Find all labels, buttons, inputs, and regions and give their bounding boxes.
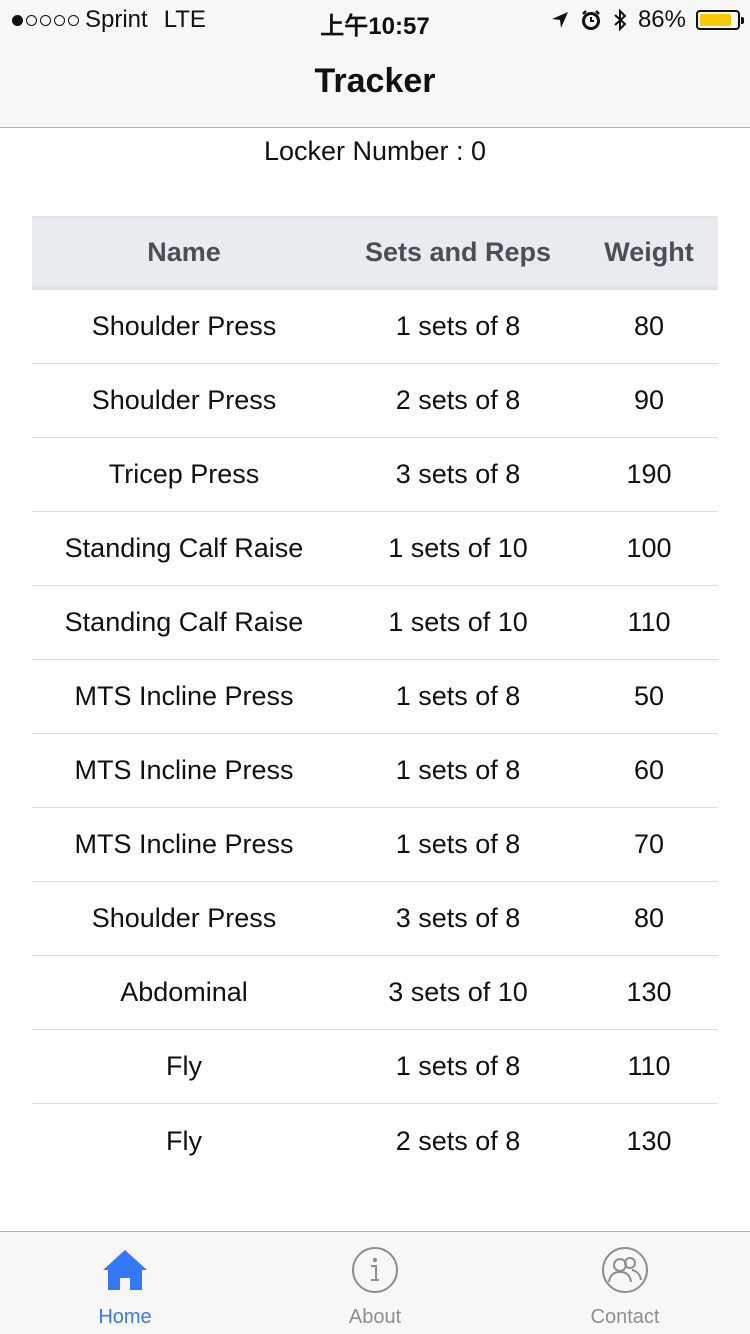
row-sets-and-reps: 3 sets of 8 bbox=[395, 903, 521, 933]
table-row[interactable]: Abdominal 3 sets of 10 130 bbox=[32, 956, 718, 1030]
table-header: Name Sets and Reps Weight bbox=[32, 216, 718, 290]
tab-contact[interactable]: Contact bbox=[500, 1232, 750, 1334]
tab-home[interactable]: Home bbox=[0, 1232, 250, 1334]
header-weight: Weight bbox=[604, 236, 694, 267]
row-sets-and-reps: 1 sets of 8 bbox=[395, 1051, 521, 1081]
tab-label-home: Home bbox=[98, 1306, 152, 1328]
locker-number: Locker Number : 0 bbox=[263, 136, 487, 166]
row-name: Standing Calf Raise bbox=[64, 607, 304, 637]
row-weight: 100 bbox=[626, 533, 672, 563]
row-name: Standing Calf Raise bbox=[64, 533, 304, 563]
navigation-bar: Tracker bbox=[0, 40, 750, 128]
battery-level bbox=[700, 14, 731, 26]
row-weight: 60 bbox=[633, 755, 665, 785]
battery-percent: 86% bbox=[637, 6, 686, 33]
tab-about[interactable]: About bbox=[250, 1232, 500, 1334]
table-row[interactable]: Shoulder Press 2 sets of 8 90 bbox=[32, 364, 718, 438]
row-weight: 130 bbox=[626, 977, 672, 1007]
row-sets-and-reps: 1 sets of 8 bbox=[395, 755, 521, 785]
row-name: Tricep Press bbox=[108, 459, 260, 489]
alarm-icon bbox=[581, 10, 600, 30]
network-type: LTE bbox=[163, 6, 206, 33]
row-sets-and-reps: 2 sets of 8 bbox=[395, 385, 521, 415]
row-name: MTS Incline Press bbox=[74, 829, 294, 859]
table-row[interactable]: Fly 1 sets of 8 110 bbox=[32, 1030, 718, 1104]
home-icon bbox=[103, 1250, 147, 1290]
row-weight: 50 bbox=[633, 681, 665, 711]
row-sets-and-reps: 3 sets of 10 bbox=[388, 977, 528, 1007]
location-arrow-icon bbox=[551, 12, 568, 28]
row-name: Fly bbox=[166, 1051, 202, 1081]
row-sets-and-reps: 1 sets of 8 bbox=[395, 829, 521, 859]
row-weight: 110 bbox=[627, 1051, 671, 1081]
row-weight: 110 bbox=[627, 607, 671, 637]
row-name: MTS Incline Press bbox=[74, 681, 294, 711]
row-sets-and-reps: 2 sets of 8 bbox=[395, 1125, 521, 1156]
contact-icon bbox=[602, 1247, 648, 1293]
table-row[interactable]: Shoulder Press 1 sets of 8 80 bbox=[32, 290, 718, 364]
row-name: Shoulder Press bbox=[91, 903, 277, 933]
info-icon bbox=[352, 1247, 398, 1293]
page-title: Tracker bbox=[314, 62, 436, 100]
table-row[interactable]: Fly 2 sets of 8 130 bbox=[32, 1104, 718, 1178]
row-weight: 80 bbox=[633, 903, 665, 933]
header-name: Name bbox=[147, 236, 221, 267]
table-row[interactable]: Shoulder Press 3 sets of 8 80 bbox=[32, 882, 718, 956]
signal-strength-icon bbox=[12, 14, 79, 26]
row-sets-and-reps: 1 sets of 10 bbox=[388, 533, 528, 563]
workout-table: Name Sets and Reps Weight Shoulder Press… bbox=[32, 216, 718, 1178]
table-body: Shoulder Press 1 sets of 8 80 Shoulder Pres… bbox=[32, 290, 718, 1178]
row-weight: 190 bbox=[626, 459, 672, 489]
battery-icon bbox=[696, 10, 744, 30]
row-name: Fly bbox=[166, 1125, 202, 1156]
row-weight: 80 bbox=[633, 311, 665, 341]
tab-label-contact: Contact bbox=[590, 1306, 660, 1328]
row-name: MTS Incline Press bbox=[74, 755, 294, 785]
row-sets-and-reps: 1 sets of 10 bbox=[388, 607, 528, 637]
table-row[interactable]: Tricep Press 3 sets of 8 190 bbox=[32, 438, 718, 512]
status-right: 86% bbox=[550, 6, 744, 34]
row-sets-and-reps: 1 sets of 8 bbox=[395, 681, 521, 711]
tab-bar: Home About Contact bbox=[0, 1231, 750, 1334]
bluetooth-icon bbox=[614, 8, 627, 32]
row-name: Abdominal bbox=[120, 977, 248, 1007]
status-bar: Sprint LTE 上午10:57 86% bbox=[0, 0, 750, 40]
row-name: Shoulder Press bbox=[91, 385, 277, 415]
tab-label-about: About bbox=[348, 1306, 402, 1328]
table-row[interactable]: Standing Calf Raise 1 sets of 10 100 bbox=[32, 512, 718, 586]
row-sets-and-reps: 1 sets of 8 bbox=[395, 311, 521, 341]
status-left: Sprint LTE bbox=[12, 6, 206, 34]
carrier-name: Sprint bbox=[85, 6, 148, 33]
row-weight: 90 bbox=[633, 385, 665, 415]
header-sets-and-reps: Sets and Reps bbox=[364, 236, 552, 267]
row-sets-and-reps: 3 sets of 8 bbox=[395, 459, 521, 489]
row-weight: 130 bbox=[626, 1125, 672, 1156]
row-weight: 70 bbox=[633, 829, 665, 859]
table-row[interactable]: MTS Incline Press 1 sets of 8 60 bbox=[32, 734, 718, 808]
row-name: Shoulder Press bbox=[91, 311, 277, 341]
table-row[interactable]: MTS Incline Press 1 sets of 8 70 bbox=[32, 808, 718, 882]
table-row[interactable]: MTS Incline Press 1 sets of 8 50 bbox=[32, 660, 718, 734]
table-row[interactable]: Standing Calf Raise 1 sets of 10 110 bbox=[32, 586, 718, 660]
